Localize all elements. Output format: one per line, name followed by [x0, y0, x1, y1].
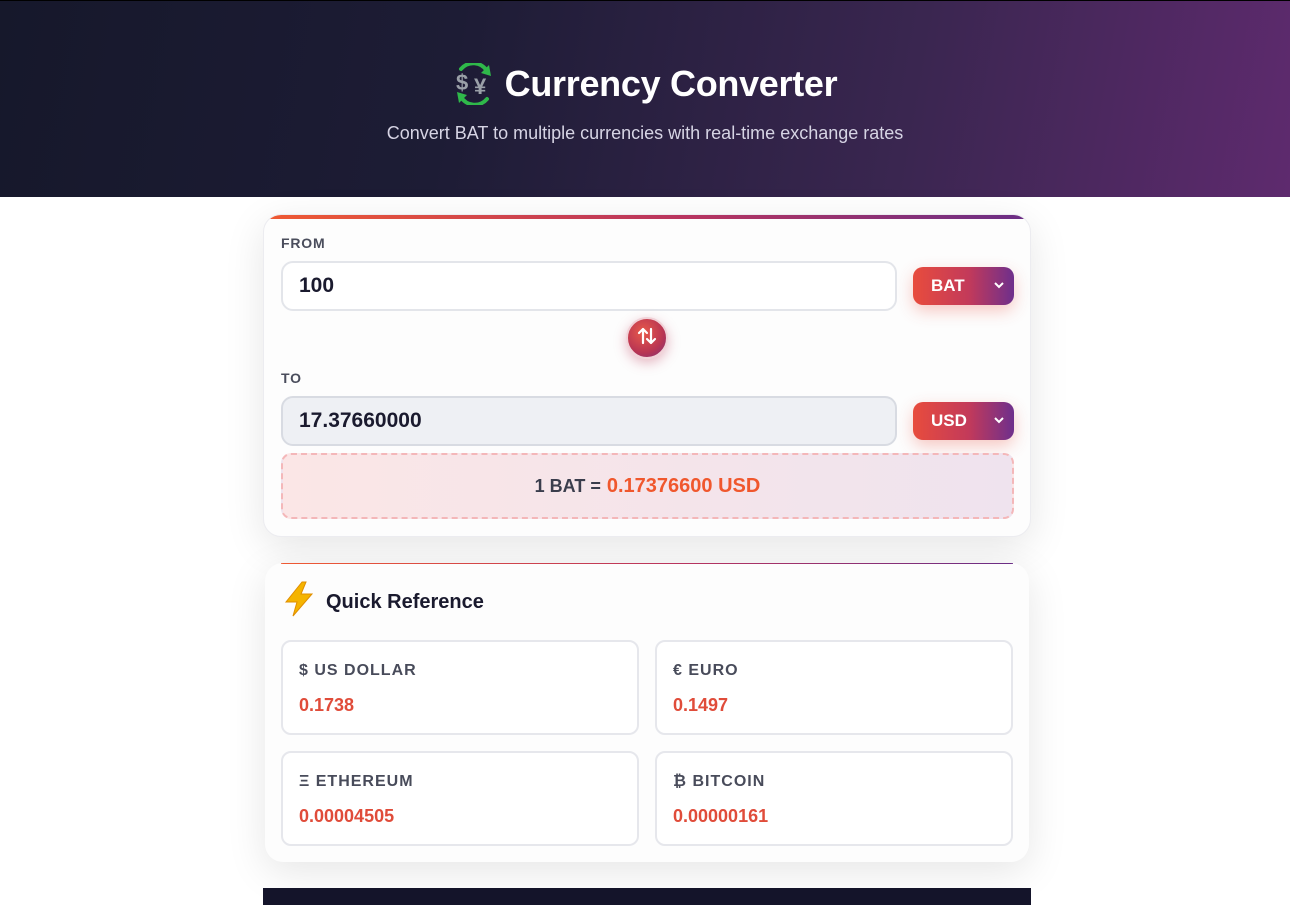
reference-currency-name: $ US DOLLAR	[299, 662, 417, 679]
rate-prefix: 1 BAT =	[534, 475, 601, 496]
exchange-rate-display: 1 BAT = 0.17376600 USD	[281, 453, 1014, 519]
from-currency-select[interactable]: BAT	[913, 267, 1014, 305]
swap-button[interactable]	[626, 317, 668, 359]
converter-card: FROM BAT TO USD 1 BAT = 0.17376600 USD	[263, 214, 1031, 537]
reference-currency-name: € EURO	[673, 662, 739, 679]
page-title-text: Currency Converter	[504, 63, 838, 104]
page-subtitle: Convert BAT to multiple currencies with …	[386, 123, 904, 143]
reference-item-usd: $ US DOLLAR 0.1738	[281, 640, 639, 735]
svg-text:$: $	[456, 70, 468, 95]
reference-currency-name: Ξ ETHEREUM	[299, 773, 414, 790]
chevron-down-icon	[994, 280, 1004, 292]
rate-value: 0.17376600 USD	[606, 474, 761, 497]
to-amount-field[interactable]	[281, 396, 897, 446]
page-title: $ ¥ Currency Converter	[0, 61, 1290, 107]
to-currency-value: USD	[931, 411, 967, 430]
chevron-down-icon	[994, 415, 1004, 427]
quick-reference-header: Quick Reference	[282, 581, 484, 623]
reference-rate-value: 0.1738	[299, 695, 355, 715]
currency-exchange-icon: $ ¥	[453, 61, 495, 107]
from-currency-value: BAT	[931, 276, 965, 295]
reference-item-eur: € EURO 0.1497	[655, 640, 1013, 735]
footer-strip	[263, 888, 1031, 905]
svg-text:¥: ¥	[474, 74, 487, 99]
from-amount-input[interactable]	[281, 261, 897, 311]
swap-arrows-icon	[636, 325, 658, 352]
lightning-icon	[282, 581, 316, 623]
reference-rate-value: 0.00000161	[673, 806, 769, 826]
from-label: FROM	[281, 235, 326, 251]
hero-header: $ ¥ Currency Converter Convert BAT to mu…	[0, 0, 1290, 197]
quick-reference-card: Quick Reference $ US DOLLAR 0.1738 € EUR…	[265, 563, 1029, 862]
reference-currency-name: ₿ BITCOIN	[673, 773, 766, 790]
reference-item-eth: Ξ ETHEREUM 0.00004505	[281, 751, 639, 846]
reference-rate-value: 0.1497	[673, 695, 729, 715]
to-currency-select[interactable]: USD	[913, 402, 1014, 440]
reference-rate-value: 0.00004505	[299, 806, 395, 826]
quick-reference-title: Quick Reference	[326, 590, 484, 613]
to-label: TO	[281, 370, 302, 386]
reference-item-btc: ₿ BITCOIN 0.00000161	[655, 751, 1013, 846]
